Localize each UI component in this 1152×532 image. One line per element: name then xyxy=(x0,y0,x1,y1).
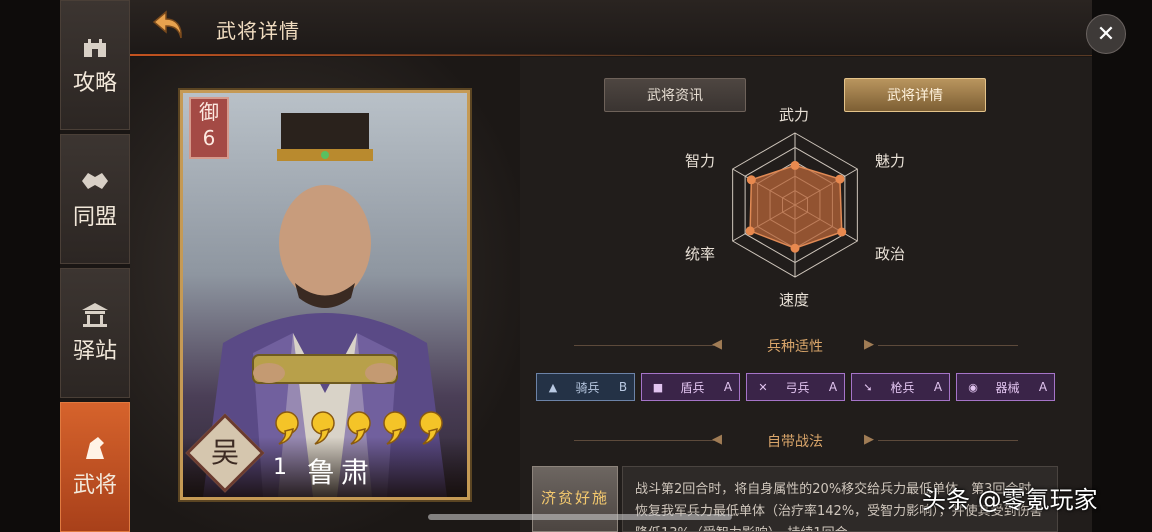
rank-prefix: 御 xyxy=(199,100,219,124)
tower-icon xyxy=(84,39,106,57)
top-bar: 武将详情 xyxy=(130,0,1092,56)
sidebar-item-station[interactable]: 驿站 xyxy=(60,268,130,398)
troop-name: 弓兵 xyxy=(785,380,810,395)
radar-label-politics: 政治 xyxy=(875,245,906,263)
pavilion-icon xyxy=(82,303,108,327)
general-icon xyxy=(86,437,104,459)
radar-point xyxy=(746,175,756,185)
troop-grade: A xyxy=(933,380,943,394)
sidebar-item-generals[interactable]: 武将 xyxy=(60,402,130,532)
radar-value-area xyxy=(749,164,843,249)
troop-grade: A xyxy=(1038,380,1048,394)
troop-name: 枪兵 xyxy=(890,380,915,395)
radar-label-intellect: 智力 xyxy=(685,152,716,170)
hero-card[interactable]: 御 6 吴 1 鲁肃 xyxy=(180,90,470,500)
rank-tag: 御 6 xyxy=(189,97,229,159)
bow-icon: ✕ xyxy=(758,380,768,394)
right-edge xyxy=(1092,0,1152,532)
radar-point xyxy=(790,160,800,170)
star-icon xyxy=(347,411,371,445)
sidebar-item-label: 武将 xyxy=(72,473,117,498)
radar-point xyxy=(745,226,755,236)
left-edge xyxy=(0,0,60,532)
troop-grade: A xyxy=(828,380,838,394)
siege-icon: ◉ xyxy=(968,380,978,394)
troop-grade: B xyxy=(618,380,628,394)
section-divider xyxy=(878,440,1018,441)
troop-name: 器械 xyxy=(995,380,1020,395)
star-icon xyxy=(383,411,407,445)
sidebar-item-label: 攻略 xyxy=(72,71,117,96)
attribute-radar xyxy=(732,132,858,278)
radar-point xyxy=(837,227,847,237)
troop-bow[interactable]: ✕ 弓兵 A xyxy=(746,373,845,401)
star-icon xyxy=(419,411,443,445)
radar-label-charm: 魅力 xyxy=(875,152,906,170)
cavalry-icon: ▲ xyxy=(548,380,558,394)
shield-icon: ■ xyxy=(652,380,664,394)
close-button[interactable]: ✕ xyxy=(1086,14,1126,54)
troop-spear[interactable]: ➘ 枪兵 A xyxy=(851,373,950,401)
home-indicator[interactable] xyxy=(428,514,732,520)
troop-shield[interactable]: ■ 盾兵 A xyxy=(641,373,740,401)
skill-section-title: 自带战法 xyxy=(767,434,823,450)
watermark: 头条 @零氪玩家 xyxy=(922,486,1098,514)
troop-cavalry[interactable]: ▲ 骑兵 B xyxy=(536,373,635,401)
spear-icon: ➘ xyxy=(863,380,873,394)
star-rating xyxy=(273,411,445,445)
back-arrow-icon[interactable] xyxy=(148,6,190,48)
troop-aptitude-title: 兵种适性 xyxy=(767,339,823,355)
chevron-right-icon: ▶ xyxy=(864,432,874,447)
page-title: 武将详情 xyxy=(216,19,300,43)
radar-label-force: 武力 xyxy=(779,106,810,124)
section-divider xyxy=(574,440,714,441)
sidebar-item-label: 驿站 xyxy=(72,339,117,364)
rank-number: 6 xyxy=(202,126,216,150)
troop-grade: A xyxy=(723,380,733,394)
radar-label-speed: 速度 xyxy=(779,291,810,309)
sidebar-item-alliance[interactable]: 同盟 xyxy=(60,134,130,264)
troop-siege[interactable]: ◉ 器械 A xyxy=(956,373,1055,401)
section-divider xyxy=(878,345,1018,346)
radar-point xyxy=(835,174,845,184)
chevron-left-icon: ◀ xyxy=(712,432,722,447)
chevron-right-icon: ▶ xyxy=(864,337,874,352)
troop-name: 骑兵 xyxy=(575,380,600,395)
hero-level: 1 xyxy=(273,455,287,480)
close-icon: ✕ xyxy=(1096,21,1116,47)
sidebar-item-guide[interactable]: 攻略 xyxy=(60,0,130,130)
radar-label-command: 统率 xyxy=(685,245,716,263)
troop-name: 盾兵 xyxy=(680,380,705,395)
star-icon xyxy=(275,411,299,445)
star-icon xyxy=(311,411,335,445)
sidebar-item-label: 同盟 xyxy=(72,205,117,230)
handshake-icon xyxy=(82,173,108,189)
chevron-left-icon: ◀ xyxy=(712,337,722,352)
section-divider xyxy=(574,345,714,346)
radar-point xyxy=(790,243,800,253)
hero-name: 鲁肃 xyxy=(307,456,376,489)
faction-label: 吴 xyxy=(210,436,239,469)
sidebar: 攻略 同盟 驿站 武将 xyxy=(60,0,130,532)
skill-name-button[interactable]: 济贫好施 xyxy=(532,466,618,532)
